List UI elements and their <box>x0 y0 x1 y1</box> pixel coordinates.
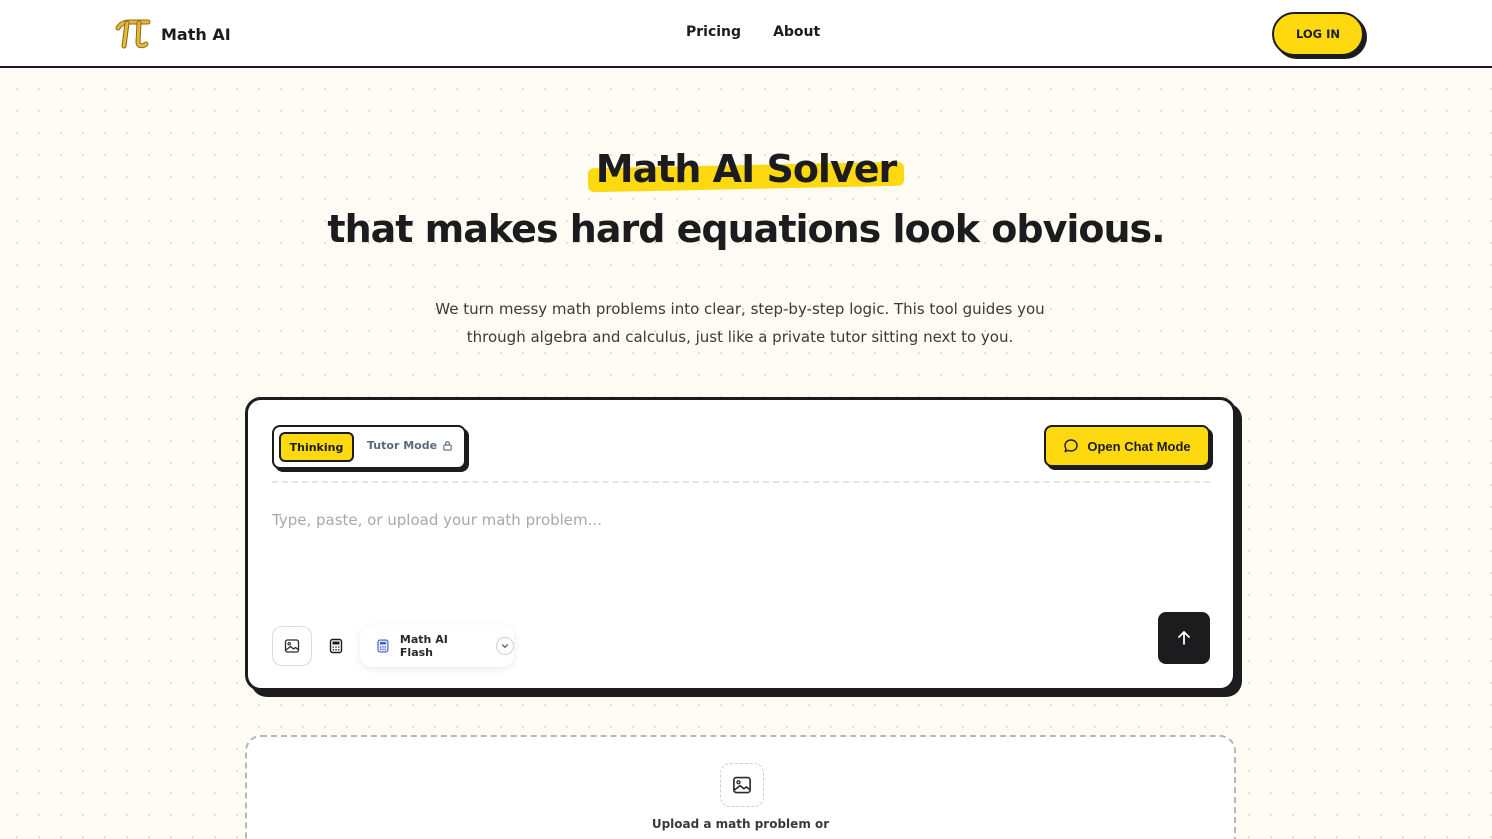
calculator-icon <box>377 639 389 653</box>
open-chat-mode-label: Open Chat Mode <box>1087 438 1191 454</box>
login-button[interactable]: LOG IN <box>1272 12 1364 56</box>
upload-image-button[interactable] <box>272 626 312 666</box>
calculator-icon <box>329 638 343 654</box>
mode-thinking-button[interactable]: Thinking <box>279 432 354 462</box>
pi-logo-icon <box>115 19 151 49</box>
image-icon <box>733 776 751 794</box>
nav-link-pricing[interactable]: Pricing <box>686 24 741 40</box>
send-button[interactable] <box>1158 612 1210 664</box>
upload-image-button[interactable] <box>720 763 764 807</box>
mode-toggle: Thinking Tutor Mode <box>272 425 466 469</box>
calculator-button[interactable] <box>324 626 348 666</box>
upload-dropzone[interactable]: Upload a math problem or <box>245 735 1236 839</box>
mode-tutor-button[interactable]: Tutor Mode <box>367 439 453 452</box>
card-divider <box>272 481 1210 483</box>
mode-tutor-label: Tutor Mode <box>367 439 438 452</box>
arrow-up-icon <box>1178 631 1190 645</box>
hero-subtitle: that makes hard equations look obvious. <box>327 207 1165 251</box>
lock-icon <box>443 441 452 451</box>
main-nav: Pricing About <box>686 24 820 40</box>
model-selector-label: Math AI Flash <box>399 633 448 659</box>
title-highlight-text: Math AI Solver <box>595 147 897 191</box>
hero-description: We turn messy math problems into clear, … <box>420 295 1060 351</box>
open-chat-mode-button[interactable]: Open Chat Mode <box>1044 425 1210 467</box>
title-highlight: Math AI Solver <box>587 145 905 193</box>
nav-link-about[interactable]: About <box>773 24 820 40</box>
model-selector[interactable]: Math AI Flash <box>360 625 515 667</box>
top-navbar: Math AI Pricing About LOG IN <box>0 0 1492 68</box>
image-icon <box>284 639 300 653</box>
hero-description-line-1: We turn messy math problems into clear, … <box>435 300 1045 318</box>
hero-description-line-2: through algebra and calculus, just like … <box>466 328 1014 346</box>
brand-logo[interactable]: Math AI <box>115 18 231 50</box>
math-problem-input[interactable] <box>272 505 1172 535</box>
hero-title: Math AI Solver <box>0 145 1492 193</box>
solver-card: Thinking Tutor Mode Open Chat Mode Type,… <box>245 397 1236 691</box>
upload-instructions: Upload a math problem or <box>651 817 830 831</box>
chevron-down-icon <box>496 637 515 655</box>
chat-bubble-icon <box>1064 439 1079 453</box>
brand-name: Math AI <box>161 24 231 44</box>
